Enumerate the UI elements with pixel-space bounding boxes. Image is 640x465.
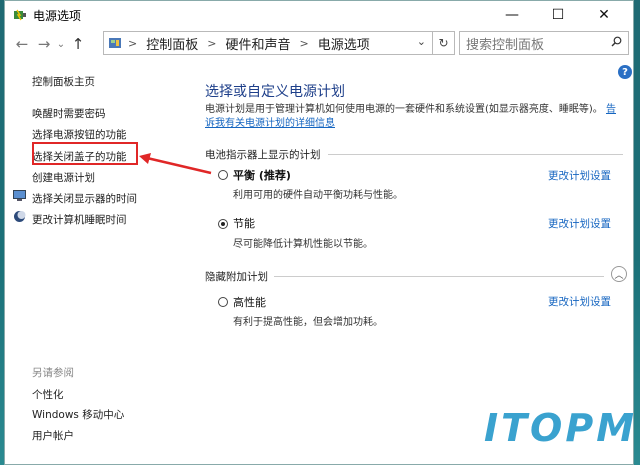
balanced-plan-name[interactable]: 平衡 (推荐): [233, 167, 291, 183]
power-options-window: 电源选项 — ☐ ✕ ← → ⌄ ↑ > 控制面板 > 硬件和声音 > 电源选项…: [4, 0, 634, 465]
sleep-icon: [13, 210, 26, 223]
highlight-box: [32, 142, 138, 165]
display-off-icon: [13, 189, 26, 202]
balanced-plan-radio[interactable]: [218, 170, 228, 180]
window-title: 电源选项: [33, 8, 82, 23]
high-performance-plan-description: 有利于提高性能，但会增加功耗。: [233, 317, 383, 328]
see-also-heading: 另请参阅: [32, 367, 74, 379]
change-plan-settings-link[interactable]: 更改计划设置: [548, 168, 611, 183]
user-accounts-link[interactable]: 用户帐户: [32, 428, 74, 443]
page-description: 电源计划是用于管理计算机如何使用电源的一套硬件和系统设置(如显示器亮度、睡眠等)…: [205, 103, 625, 131]
address-dropdown-icon[interactable]: ⌄: [417, 35, 426, 48]
power-saver-plan-description: 尽可能降低计算机性能以节能。: [233, 239, 373, 250]
search-icon[interactable]: [611, 36, 622, 50]
maximize-button[interactable]: ☐: [535, 1, 581, 29]
breadcrumb-separator: >: [128, 36, 138, 50]
high-performance-plan-radio[interactable]: [218, 297, 228, 307]
wake-password-link[interactable]: 唤醒时需要密码: [32, 106, 106, 121]
description-text: 电源计划是用于管理计算机如何使用电源的一套硬件和系统设置(如显示器亮度、睡眠等)…: [205, 104, 603, 115]
back-button[interactable]: ←: [11, 35, 33, 53]
breadcrumb-separator: >: [207, 36, 217, 50]
breadcrumb-separator: >: [299, 36, 309, 50]
page-heading: 选择或自定义电源计划: [205, 84, 345, 100]
sleep-time-link[interactable]: 更改计算机睡眠时间: [32, 212, 127, 227]
close-button[interactable]: ✕: [581, 1, 627, 29]
power-saver-plan-name[interactable]: 节能: [233, 215, 255, 231]
left-pane: 控制面板主页 唤醒时需要密码 选择电源按钮的功能 选择关闭盖子的功能 创建电源计…: [5, 61, 185, 461]
search-placeholder: 搜索控制面板: [466, 37, 545, 53]
control-panel-icon: [108, 36, 122, 50]
address-bar[interactable]: > 控制面板 > 硬件和声音 > 电源选项 ⌄: [103, 31, 433, 55]
up-button[interactable]: ↑: [67, 35, 89, 53]
control-panel-home-link[interactable]: 控制面板主页: [32, 74, 95, 89]
help-icon[interactable]: ?: [618, 65, 632, 79]
power-button-function-link[interactable]: 选择电源按钮的功能: [32, 127, 127, 142]
battery-plans-heading: 电池指示器上显示的计划: [205, 149, 321, 161]
search-input[interactable]: 搜索控制面板: [459, 31, 629, 55]
power-options-icon: [13, 8, 27, 22]
change-plan-settings-link[interactable]: 更改计划设置: [548, 294, 611, 309]
watermark-logo: ITOPM: [484, 406, 638, 450]
collapse-chevron-icon[interactable]: ︿: [611, 266, 627, 282]
display-off-time-link[interactable]: 选择关闭显示器的时间: [32, 191, 137, 206]
recent-pages-button[interactable]: ⌄: [55, 39, 67, 50]
title-bar: 电源选项 — ☐ ✕: [5, 1, 633, 29]
balanced-plan-description: 利用可用的硬件自动平衡功耗与性能。: [233, 190, 403, 201]
change-plan-settings-link[interactable]: 更改计划设置: [548, 216, 611, 231]
high-performance-plan-name[interactable]: 高性能: [233, 294, 266, 310]
breadcrumb-hardware-sound[interactable]: 硬件和声音: [225, 34, 290, 53]
annotation-arrow: [139, 153, 212, 175]
personalization-link[interactable]: 个性化: [32, 387, 64, 402]
breadcrumb-control-panel[interactable]: 控制面板: [146, 34, 198, 53]
section-divider: [328, 154, 623, 155]
forward-button[interactable]: →: [33, 35, 55, 53]
section-divider: [274, 276, 604, 277]
mobility-center-link[interactable]: Windows 移动中心: [32, 407, 124, 422]
hidden-plans-heading: 隐藏附加计划: [205, 271, 268, 283]
breadcrumb-power-options[interactable]: 电源选项: [318, 34, 370, 53]
create-power-plan-link[interactable]: 创建电源计划: [32, 170, 95, 185]
refresh-button[interactable]: ↻: [433, 31, 455, 55]
minimize-button[interactable]: —: [489, 1, 535, 29]
power-saver-plan-radio[interactable]: [218, 219, 228, 229]
